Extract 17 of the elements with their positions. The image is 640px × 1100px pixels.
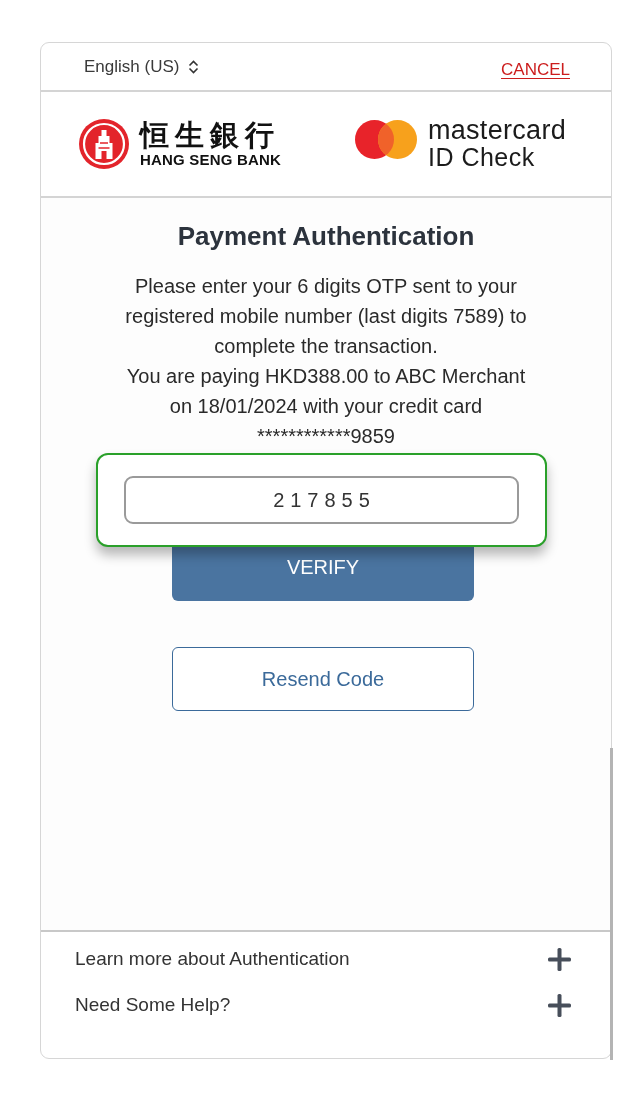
otp-field[interactable]: 217855 [124, 476, 519, 524]
instruction-text: You are paying HKD388.00 to ABC Merchant on 18/01/2024 with your credit card ************9859 [125, 364, 527, 449]
language-selector[interactable]: English (US) [84, 56, 200, 77]
page-title: Payment Authentication [177, 220, 475, 253]
resend-code-button[interactable]: Resend Code [172, 647, 474, 711]
up-down-chevron-icon [188, 59, 200, 74]
scrollbar-thumb[interactable] [610, 748, 613, 1060]
bank-name: HANG SENG BANK [140, 151, 282, 169]
accordion-item[interactable]: Need Some Help? [75, 989, 571, 1021]
overlapping-circles-icon [354, 119, 417, 159]
instruction-text: Please enter your 6 digits OTP sent to your registered mobile number (last digits 7589) to complete the transaction. [124, 274, 528, 359]
bank-emblem-icon [79, 119, 129, 169]
brand-name: mastercard [427, 117, 566, 144]
program-name: ID Check [427, 144, 536, 171]
cancel-link[interactable]: CANCEL [501, 59, 570, 80]
accordion-item[interactable]: Learn more about Authentication [75, 943, 571, 975]
bank-name-chinese: 恒生銀行 [140, 119, 281, 151]
